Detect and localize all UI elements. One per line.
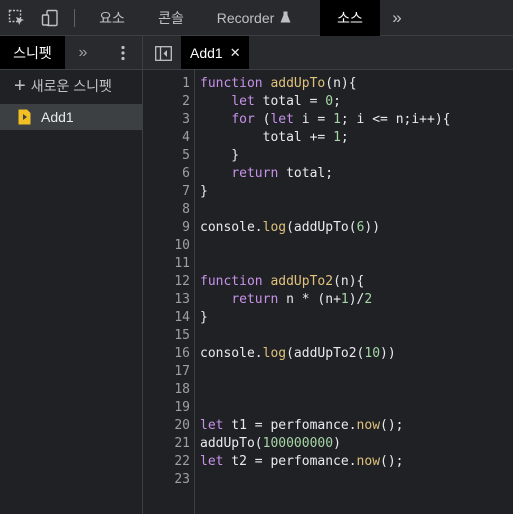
code-text: return n * (n+1)/2 xyxy=(231,292,373,307)
tab-sources[interactable]: 소스 xyxy=(320,0,380,36)
code-text: total += 1; xyxy=(200,130,349,145)
editor-tab-strip: Add1 ✕ xyxy=(143,36,513,70)
line-number[interactable]: 13 xyxy=(143,291,190,309)
line-number[interactable]: 21 xyxy=(143,435,190,453)
line-number[interactable]: 23 xyxy=(143,471,190,489)
line-number[interactable]: 14 xyxy=(143,309,190,327)
code-line[interactable]: 2 let total = 0; xyxy=(143,93,513,111)
code-line[interactable]: 22 let t2 = perfomance.now(); xyxy=(143,453,513,471)
line-number[interactable]: 20 xyxy=(143,417,190,435)
code-line[interactable]: 3 for (let i = 1; i <= n;i++){ xyxy=(143,111,513,129)
line-number[interactable]: 1 xyxy=(143,75,190,93)
code-text: let t2 = perfomance.now(); xyxy=(200,454,404,469)
code-text: } xyxy=(200,184,208,199)
code-line[interactable]: 8 xyxy=(143,201,513,219)
code-text: } xyxy=(200,148,240,163)
code-line[interactable]: 6 return total; xyxy=(143,165,513,183)
more-navigator-tabs-icon[interactable]: » xyxy=(70,36,96,69)
snippet-item-add1[interactable]: Add1 xyxy=(0,104,142,130)
code-line[interactable]: 14} xyxy=(143,309,513,327)
line-number[interactable]: 2 xyxy=(143,93,190,111)
editor-tab-add1[interactable]: Add1 ✕ xyxy=(181,36,249,69)
more-tabs-chevron-icon[interactable]: » xyxy=(384,0,410,36)
code-text: function addUpTo2(n){ xyxy=(200,274,365,289)
line-number[interactable]: 8 xyxy=(143,201,190,219)
navigator-pane: 스니펫 » + 새로운 스니펫 Add1 xyxy=(0,36,143,514)
code-line[interactable]: 9 console.log(addUpTo(6)) xyxy=(143,219,513,237)
js-file-icon xyxy=(18,109,31,125)
code-line[interactable]: 4 total += 1; xyxy=(143,129,513,147)
tab-recorder-label: Recorder xyxy=(216,10,275,26)
line-number[interactable]: 22 xyxy=(143,453,190,471)
code-line[interactable]: 23 xyxy=(143,471,513,489)
code-text: function addUpTo(n){ xyxy=(200,76,357,91)
tab-console[interactable]: 콘솔 xyxy=(146,0,196,36)
code-line[interactable]: 13 return n * (n+1)/2 xyxy=(143,291,513,309)
line-number[interactable]: 15 xyxy=(143,327,190,345)
device-toolbar-icon[interactable] xyxy=(35,0,65,36)
code-line[interactable]: 21 addUpTo(100000000) xyxy=(143,435,513,453)
code-text: addUpTo(100000000) xyxy=(200,436,341,451)
code-line[interactable]: 10 xyxy=(143,237,513,255)
code-line[interactable]: 17 xyxy=(143,363,513,381)
code-editor[interactable]: 1 function addUpTo(n){2 let total = 0; 3 f… xyxy=(143,70,513,514)
line-number[interactable]: 19 xyxy=(143,399,190,417)
line-number[interactable]: 18 xyxy=(143,381,190,399)
new-snippet-label: 새로운 스니펫 xyxy=(30,78,112,94)
toolbar-divider xyxy=(74,9,75,27)
code-line[interactable]: 7} xyxy=(143,183,513,201)
code-text: let t1 = perfomance.now(); xyxy=(200,418,404,433)
devtools-main-toolbar: 요소 콘솔 Recorder 소스 » xyxy=(0,0,513,36)
line-number[interactable]: 6 xyxy=(143,165,190,183)
navigator-tabs: 스니펫 » xyxy=(0,36,142,70)
tab-sources-label: 소스 xyxy=(337,10,363,26)
code-line[interactable]: 12 function addUpTo2(n){ xyxy=(143,273,513,291)
flask-icon xyxy=(280,10,291,26)
line-number[interactable]: 5 xyxy=(143,147,190,165)
line-number[interactable]: 3 xyxy=(143,111,190,129)
inspect-element-icon[interactable] xyxy=(2,0,32,36)
snippet-item-label: Add1 xyxy=(41,109,74,125)
editor-tab-label: Add1 xyxy=(190,44,223,61)
tab-recorder[interactable]: Recorder xyxy=(206,0,302,36)
code-line[interactable]: 1 function addUpTo(n){ xyxy=(143,75,513,93)
close-icon[interactable]: ✕ xyxy=(230,45,241,61)
code-line[interactable]: 20 let t1 = perfomance.now(); xyxy=(143,417,513,435)
code-line[interactable]: 18 xyxy=(143,381,513,399)
toggle-navigator-icon[interactable] xyxy=(153,43,173,63)
tab-snippets-label: 스니펫 xyxy=(13,44,52,61)
tab-console-label: 콘솔 xyxy=(158,10,184,26)
more-options-icon[interactable] xyxy=(110,36,136,69)
tab-snippets[interactable]: 스니펫 xyxy=(0,36,65,69)
code-text: for (let i = 1; i <= n;i++){ xyxy=(231,112,451,127)
line-number[interactable]: 7 xyxy=(143,183,190,201)
line-number[interactable]: 11 xyxy=(143,255,190,273)
code-text: console.log(addUpTo(6)) xyxy=(200,220,381,235)
code-text: } xyxy=(200,310,208,325)
code-text: return total; xyxy=(231,166,334,181)
code-text: let total = 0; xyxy=(231,94,341,109)
line-number[interactable]: 17 xyxy=(143,363,190,381)
code-line[interactable]: 19 xyxy=(143,399,513,417)
line-number[interactable]: 10 xyxy=(143,237,190,255)
line-number[interactable]: 9 xyxy=(143,219,190,237)
line-number[interactable]: 16 xyxy=(143,345,190,363)
plus-icon: + xyxy=(14,75,26,97)
code-text: console.log(addUpTo2(10)) xyxy=(200,346,396,361)
tab-elements-label: 요소 xyxy=(99,10,125,26)
line-number[interactable]: 12 xyxy=(143,273,190,291)
code-line[interactable]: 11 xyxy=(143,255,513,273)
line-number[interactable]: 4 xyxy=(143,129,190,147)
new-snippet-button[interactable]: + 새로운 스니펫 xyxy=(14,74,112,98)
code-line[interactable]: 15 xyxy=(143,327,513,345)
tab-elements[interactable]: 요소 xyxy=(88,0,136,36)
code-line[interactable]: 16 console.log(addUpTo2(10)) xyxy=(143,345,513,363)
code-line[interactable]: 5 } xyxy=(143,147,513,165)
